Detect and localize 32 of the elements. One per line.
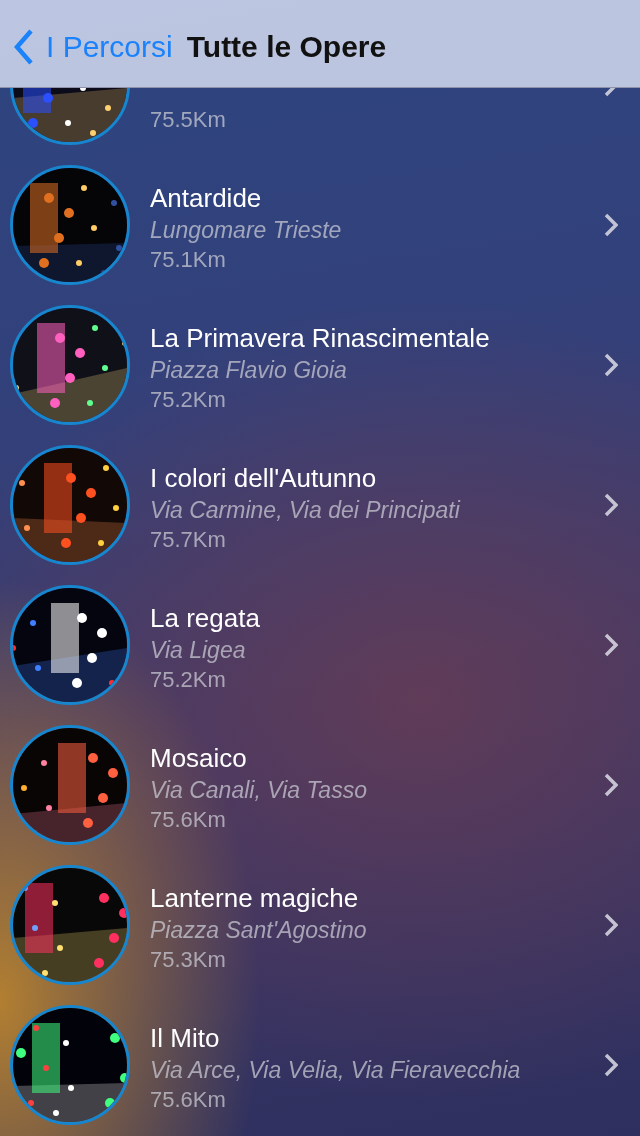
chevron-icon <box>604 353 618 377</box>
item-location: Via Arce, Via Velia, Via Fieravecchia <box>150 1057 522 1084</box>
item-location: Lungomare Trieste <box>150 217 343 244</box>
chevron-icon <box>604 773 618 797</box>
item-distance: 75.6Km <box>150 1087 227 1113</box>
chevron-icon <box>604 633 618 657</box>
screen-title: Tutte le Opere <box>186 29 387 64</box>
item-title: La regata <box>150 603 261 634</box>
chevron-icon <box>604 493 618 517</box>
item-title: Il Mito <box>150 1023 221 1054</box>
item-title: La Primavera Rinascimentale <box>150 323 491 354</box>
item-distance: 75.5Km <box>150 107 227 133</box>
chevron-icon <box>604 213 618 237</box>
item-distance: 75.6Km <box>150 807 227 833</box>
item-location: Via Ligea <box>150 637 247 664</box>
item-title: Lanterne magiche <box>150 883 360 914</box>
item-location: Piazza Sant'Agostino <box>150 917 368 944</box>
item-title: I colori dell'Autunno <box>150 463 378 494</box>
item-distance: 75.2Km <box>150 387 227 413</box>
item-distance: 75.3Km <box>150 947 227 973</box>
chevron-icon <box>604 913 618 937</box>
item-distance: 75.1Km <box>150 247 227 273</box>
item-location: Via Canali, Via Tasso <box>150 777 368 804</box>
back-button[interactable]: I Percorsi <box>14 28 173 65</box>
item-location: Via Carmine, Via dei Principati <box>150 497 462 524</box>
item-title: Antardide <box>150 183 263 214</box>
item-location: Piazza Flavio Gioia <box>150 357 348 384</box>
item-title: Mosaico <box>150 743 248 774</box>
item-distance: 75.7Km <box>150 527 227 553</box>
chevron-icon <box>604 1053 618 1077</box>
item-distance: 75.2Km <box>150 667 227 693</box>
back-chevron-icon <box>14 28 34 65</box>
